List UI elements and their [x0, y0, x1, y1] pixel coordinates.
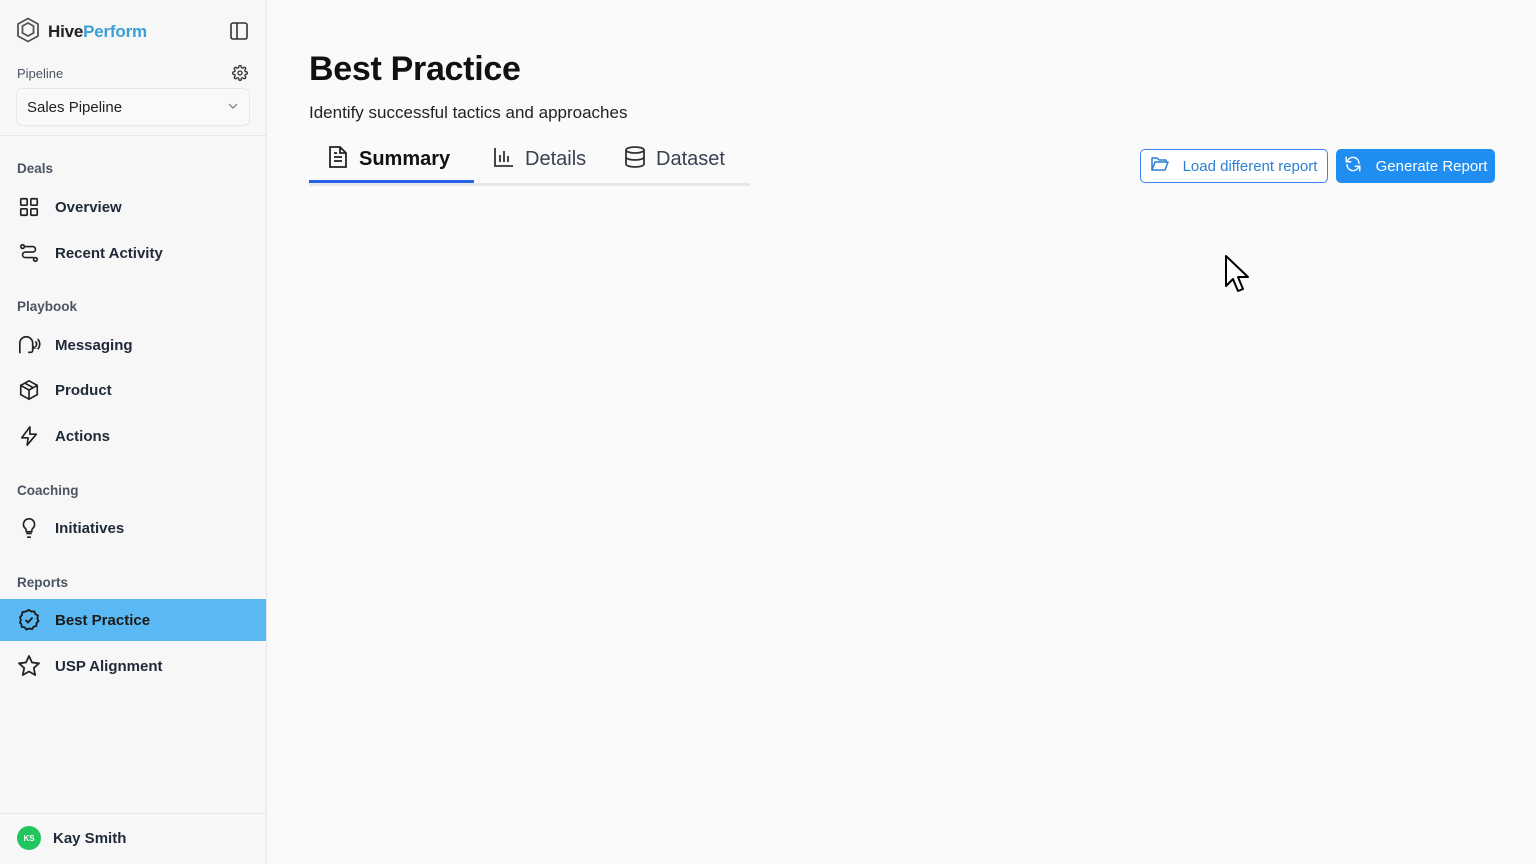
brand-name: HivePerform — [48, 22, 147, 41]
user-name: Kay Smith — [53, 829, 127, 847]
sidebar-item-label: Actions — [55, 427, 111, 445]
sidebar-item-actions[interactable]: Actions — [0, 415, 266, 457]
refresh-icon — [1344, 155, 1362, 177]
page-title: Best Practice — [309, 50, 521, 88]
sidebar-divider — [0, 135, 266, 136]
button-label: Generate Report — [1375, 157, 1488, 175]
load-different-report-button[interactable]: Load different report — [1140, 149, 1328, 183]
tab-details[interactable]: Details — [493, 136, 586, 183]
sidebar-item-label: USP Alignment — [55, 657, 163, 675]
mouse-pointer-icon — [1224, 254, 1252, 294]
tab-label: Dataset — [656, 148, 725, 170]
hexagon-logo-icon — [16, 16, 40, 48]
lightbulb-icon — [17, 516, 41, 540]
tab-label: Details — [525, 148, 587, 170]
sidebar-item-initiatives[interactable]: Initiatives — [0, 507, 266, 549]
sidebar-item-label: Recent Activity — [55, 244, 163, 262]
active-tab-indicator — [309, 180, 474, 183]
sidebar-toggle-icon[interactable] — [228, 20, 250, 42]
report-tabs: Summary Details Dataset — [309, 136, 750, 186]
sidebar-item-best-practice[interactable]: Best Practice — [0, 599, 266, 641]
generate-report-button[interactable]: Generate Report — [1336, 149, 1495, 183]
bar-chart-icon — [493, 146, 515, 174]
section-label-coaching: Coaching — [17, 483, 79, 498]
sidebar-item-recent-activity[interactable]: Recent Activity — [0, 232, 266, 274]
pipeline-label: Pipeline — [17, 66, 64, 81]
sidebar-item-messaging[interactable]: Messaging — [0, 324, 266, 366]
tab-summary[interactable]: Summary — [327, 136, 450, 183]
speaking-head-icon — [17, 333, 41, 357]
sidebar-item-label: Best Practice — [55, 611, 151, 629]
pipeline-select[interactable]: Sales Pipeline — [16, 88, 250, 126]
sidebar-item-overview[interactable]: Overview — [0, 186, 266, 228]
grid-icon — [17, 195, 41, 219]
page-subtitle: Identify successful tactics and approach… — [309, 103, 628, 122]
check-circle-icon — [17, 608, 41, 632]
package-icon — [17, 378, 41, 402]
tab-dataset[interactable]: Dataset — [624, 136, 725, 183]
section-label-playbook: Playbook — [17, 299, 78, 314]
sidebar-item-label: Messaging — [55, 336, 133, 354]
brand-logo[interactable]: HivePerform — [16, 16, 147, 48]
section-label-deals: Deals — [17, 161, 54, 176]
lightning-icon — [17, 424, 41, 448]
document-icon — [327, 145, 349, 175]
sidebar-item-usp-alignment[interactable]: USP Alignment — [0, 645, 266, 687]
star-icon — [17, 654, 41, 678]
chevron-down-icon — [227, 99, 239, 116]
sidebar-item-label: Overview — [55, 198, 122, 216]
avatar: KS — [17, 826, 41, 850]
sidebar-item-product[interactable]: Product — [0, 369, 266, 411]
tab-label: Summary — [359, 148, 451, 170]
sidebar: HivePerform Pipeline Sales Pipeline Deal… — [0, 0, 267, 864]
button-label: Load different report — [1182, 157, 1318, 175]
sidebar-divider — [0, 813, 266, 814]
sidebar-item-label: Product — [55, 381, 112, 399]
user-profile[interactable]: KS Kay Smith — [17, 826, 126, 850]
gear-icon[interactable] — [231, 64, 249, 82]
sidebar-item-label: Initiatives — [55, 519, 125, 537]
pipeline-select-value: Sales Pipeline — [27, 98, 123, 116]
database-icon — [624, 145, 646, 175]
folder-open-icon — [1150, 156, 1169, 176]
section-label-reports: Reports — [17, 575, 69, 590]
route-icon — [17, 241, 41, 265]
